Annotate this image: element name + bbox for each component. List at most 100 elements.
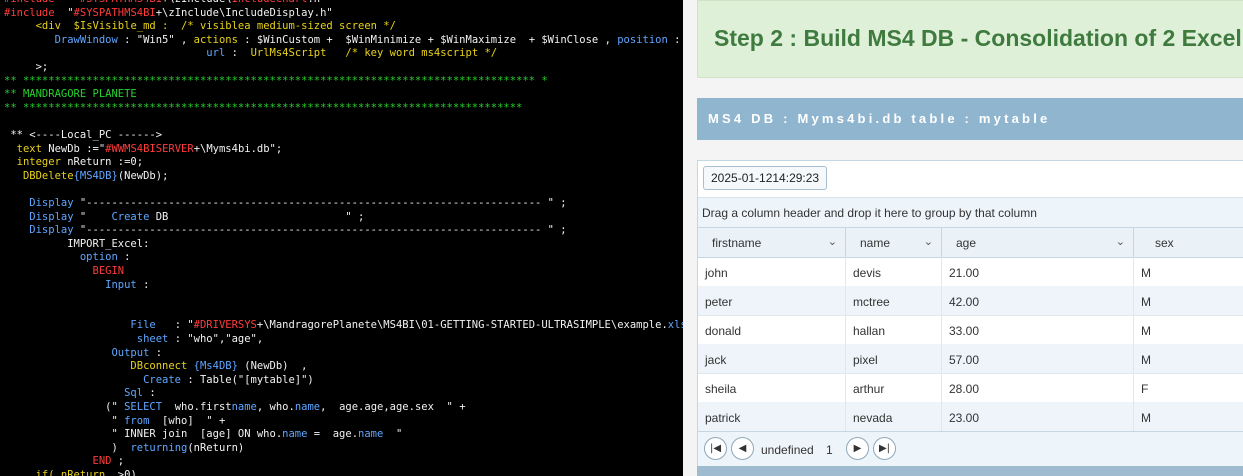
code-token: +\Myms4bi.db"; bbox=[193, 142, 283, 155]
cell-text: 33.00 bbox=[949, 324, 980, 338]
column-header-sex[interactable]: sex bbox=[1134, 228, 1243, 257]
code-token: : $WinCustom + $WinMinimize + $WinMaximi… bbox=[237, 33, 618, 46]
code-token: ; bbox=[117, 455, 125, 468]
code-line: " from [who] " + bbox=[4, 415, 225, 428]
table-cell: F bbox=[1134, 373, 1243, 402]
code-line: " INNER join [age] ON who.name = age.nam… bbox=[4, 428, 402, 441]
chevron-down-icon[interactable]: ⌄ bbox=[924, 235, 933, 248]
code-line: DBDelete{MS4DB}(NewDb); bbox=[4, 170, 168, 183]
code-token: BEGIN bbox=[4, 265, 125, 277]
code-token: "---------------------------------------… bbox=[79, 224, 567, 237]
code-token: +\MandragorePlanete\MS4BI\01-GETTING-STA… bbox=[256, 319, 668, 332]
table-cell: 42.00 bbox=[942, 286, 1134, 315]
code-line: ** MANDRAGORE PLANETE bbox=[4, 88, 137, 101]
code-token: {Ms4DB} bbox=[193, 360, 238, 373]
code-token: {MS4DB} bbox=[73, 169, 118, 182]
cell-text: devis bbox=[853, 266, 882, 280]
db-table-title: MS4 DB : Myms4bi.db table : mytable bbox=[708, 111, 1051, 126]
table-row[interactable]: john devis 21.00 M bbox=[698, 257, 1243, 287]
table-row[interactable]: donald hallan 33.00 M bbox=[698, 315, 1243, 345]
code-line: ) returning(nReturn) bbox=[4, 442, 244, 455]
code-token: SELECT bbox=[124, 401, 163, 413]
pager-label: undefined bbox=[761, 443, 814, 457]
code-token: : /* visiblea medium-sized screen */ bbox=[155, 20, 396, 33]
code-editor[interactable]: #include "#SYSPATHMS4BI+\zInclude\Includ… bbox=[0, 0, 683, 476]
table-cell: M bbox=[1134, 257, 1243, 286]
column-header-name[interactable]: name ⌄ bbox=[846, 228, 942, 257]
code-token: .h" bbox=[307, 0, 326, 5]
cell-text: 42.00 bbox=[949, 295, 980, 309]
code-line: BEGIN bbox=[4, 265, 125, 278]
code-token: <div bbox=[4, 20, 74, 33]
prev-page-icon[interactable]: ◀ bbox=[731, 437, 754, 460]
code-token: : "who","age", bbox=[174, 333, 264, 345]
code-token: : Table("[mytable]") bbox=[187, 373, 314, 386]
code-token: #SYSPATHMS4BI bbox=[80, 0, 162, 5]
code-token: END bbox=[4, 455, 118, 468]
table-cell: M bbox=[1134, 315, 1243, 344]
table-cell: john bbox=[698, 257, 846, 286]
table-row[interactable]: peter mctree 42.00 M bbox=[698, 286, 1243, 316]
group-by-panel[interactable]: Drag a column header and drop it here to… bbox=[698, 197, 1243, 228]
code-line: DBconnect {Ms4DB} (NewDb) , bbox=[4, 360, 307, 373]
table-cell: pixel bbox=[846, 344, 942, 373]
code-token: : bbox=[124, 251, 131, 264]
cell-text: hallan bbox=[853, 324, 886, 338]
code-token: UrlMs4Script bbox=[250, 47, 327, 60]
table-cell: 21.00 bbox=[942, 257, 1134, 286]
column-header-age[interactable]: age ⌄ bbox=[942, 228, 1134, 257]
cell-text: sheila bbox=[705, 382, 737, 396]
code-token: if( nReturn bbox=[4, 469, 118, 476]
date-toolbar-button[interactable]: 2025-01-1214:29:23 bbox=[703, 166, 828, 190]
table-cell: devis bbox=[846, 257, 942, 286]
cell-text: donald bbox=[705, 324, 742, 338]
cell-text: nevada bbox=[853, 411, 893, 425]
code-token: (" bbox=[4, 401, 125, 413]
code-token: >; bbox=[4, 61, 49, 73]
group-by-hint: Drag a column header and drop it here to… bbox=[702, 206, 1037, 220]
cell-text: 21.00 bbox=[949, 266, 980, 280]
code-token: $IsVisible_md bbox=[73, 20, 156, 33]
table-row[interactable]: sheila arthur 28.00 F bbox=[698, 373, 1243, 403]
code-token: nReturn :=0; bbox=[67, 156, 144, 169]
code-token: ** *************************************… bbox=[4, 74, 548, 87]
code-token: text bbox=[4, 142, 49, 155]
table-cell: hallan bbox=[846, 315, 942, 344]
code-line: (" SELECT who.firstname, who.name, age.a… bbox=[4, 401, 465, 414]
cell-text: M bbox=[1141, 324, 1151, 338]
code-token: : bbox=[143, 278, 150, 291]
column-header-firstname[interactable]: firstname ⌄ bbox=[698, 228, 846, 257]
code-token: Create bbox=[4, 373, 188, 386]
code-token: integer bbox=[4, 156, 68, 169]
cell-text: M bbox=[1141, 266, 1151, 280]
code-token: ** MANDRAGORE PLANETE bbox=[4, 88, 137, 101]
code-line: #include "#SYSPATHMS4BI+\zInclude\Includ… bbox=[4, 7, 333, 20]
table-cell: 23.00 bbox=[942, 402, 1134, 431]
code-token: " bbox=[79, 210, 112, 223]
cell-text: M bbox=[1141, 411, 1151, 425]
table-row[interactable]: patrick nevada 23.00 M bbox=[698, 402, 1243, 432]
cell-text: peter bbox=[705, 295, 733, 309]
code-token: >0) bbox=[117, 469, 137, 476]
chevron-down-icon[interactable]: ⌄ bbox=[1116, 235, 1125, 248]
code-token: Display bbox=[4, 210, 80, 223]
cell-text: patrick bbox=[705, 411, 741, 425]
code-token: File bbox=[4, 319, 175, 332]
last-page-icon[interactable]: ▶| bbox=[873, 437, 896, 460]
table-row[interactable]: jack pixel 57.00 M bbox=[698, 344, 1243, 374]
code-token: actions bbox=[193, 33, 238, 46]
code-line: #include "#SYSPATHMS4BI+\zInclude\Includ… bbox=[4, 0, 326, 6]
table-cell: 57.00 bbox=[942, 344, 1134, 373]
table-cell: 33.00 bbox=[942, 315, 1134, 344]
table-cell: peter bbox=[698, 286, 846, 315]
code-line: File : "#DRIVERSYS+\MandragorePlanete\MS… bbox=[4, 319, 683, 332]
code-token: #include " bbox=[4, 0, 80, 5]
chevron-down-icon[interactable]: ⌄ bbox=[828, 235, 837, 248]
next-page-icon[interactable]: ▶ bbox=[846, 437, 869, 460]
pager: |◀ ◀ undefined 1 ▶ ▶| bbox=[698, 431, 1243, 468]
step-title: Step 2 : Build MS4 DB - Consolidation of… bbox=[714, 25, 1243, 51]
first-page-icon[interactable]: |◀ bbox=[704, 437, 727, 460]
code-token: " bbox=[383, 428, 403, 441]
table-cell: mctree bbox=[846, 286, 942, 315]
code-token: Display bbox=[4, 224, 80, 237]
